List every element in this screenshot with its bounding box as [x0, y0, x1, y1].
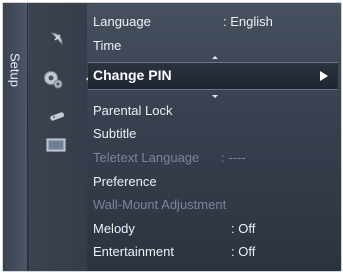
menu-item-wall-mount-adjustment: Wall-Mount Adjustment — [93, 195, 338, 215]
menu-item-parental-lock[interactable]: Parental Lock — [93, 101, 338, 121]
menu-item-label: Change PIN — [93, 67, 172, 83]
menu-item-label: Wall-Mount Adjustment — [93, 197, 227, 212]
menu-item-value: : English — [223, 14, 273, 29]
menu-item-preference[interactable]: Preference — [93, 172, 338, 192]
screen: Setup Language : English Time Change PIN… — [0, 0, 343, 273]
menu-item-label: Melody — [93, 221, 135, 236]
menu-item-value: : Off — [231, 221, 256, 236]
menu-item-label: Time — [93, 38, 122, 53]
menu-item-entertainment[interactable]: Entertainment : Off — [93, 242, 338, 262]
setup-side-tab[interactable]: Setup — [3, 3, 28, 271]
menu-item-label: Subtitle — [93, 126, 137, 141]
remote-control-icon[interactable] — [48, 110, 66, 122]
menu-item-label: Entertainment — [93, 244, 174, 259]
menu-item-label: Parental Lock — [93, 103, 173, 118]
menu-item-label: Preference — [93, 174, 157, 189]
menu-item-change-pin[interactable]: Change PIN — [88, 62, 338, 90]
menu-item-value: : Off — [231, 244, 256, 259]
satellite-dish-icon[interactable] — [49, 30, 65, 46]
setup-tab-label: Setup — [7, 53, 23, 87]
menu-item-teletext-language: Teletext Language : ---- — [93, 148, 338, 168]
scroll-down-indicator-icon — [212, 95, 218, 98]
menu-item-melody[interactable]: Melody : Off — [93, 219, 338, 239]
menu-item-time[interactable]: Time — [93, 36, 338, 56]
gear-icon[interactable] — [42, 68, 64, 90]
submenu-arrow-icon — [320, 71, 328, 81]
menu-item-subtitle[interactable]: Subtitle — [93, 124, 338, 144]
menu-item-label: Teletext Language — [93, 150, 200, 165]
menu-item-language[interactable]: Language : English — [93, 12, 338, 32]
menu-item-value: : ---- — [221, 150, 246, 165]
monitor-screen-icon[interactable] — [46, 137, 66, 153]
menu-item-label: Language — [93, 14, 151, 29]
scroll-up-indicator-icon — [212, 56, 218, 59]
